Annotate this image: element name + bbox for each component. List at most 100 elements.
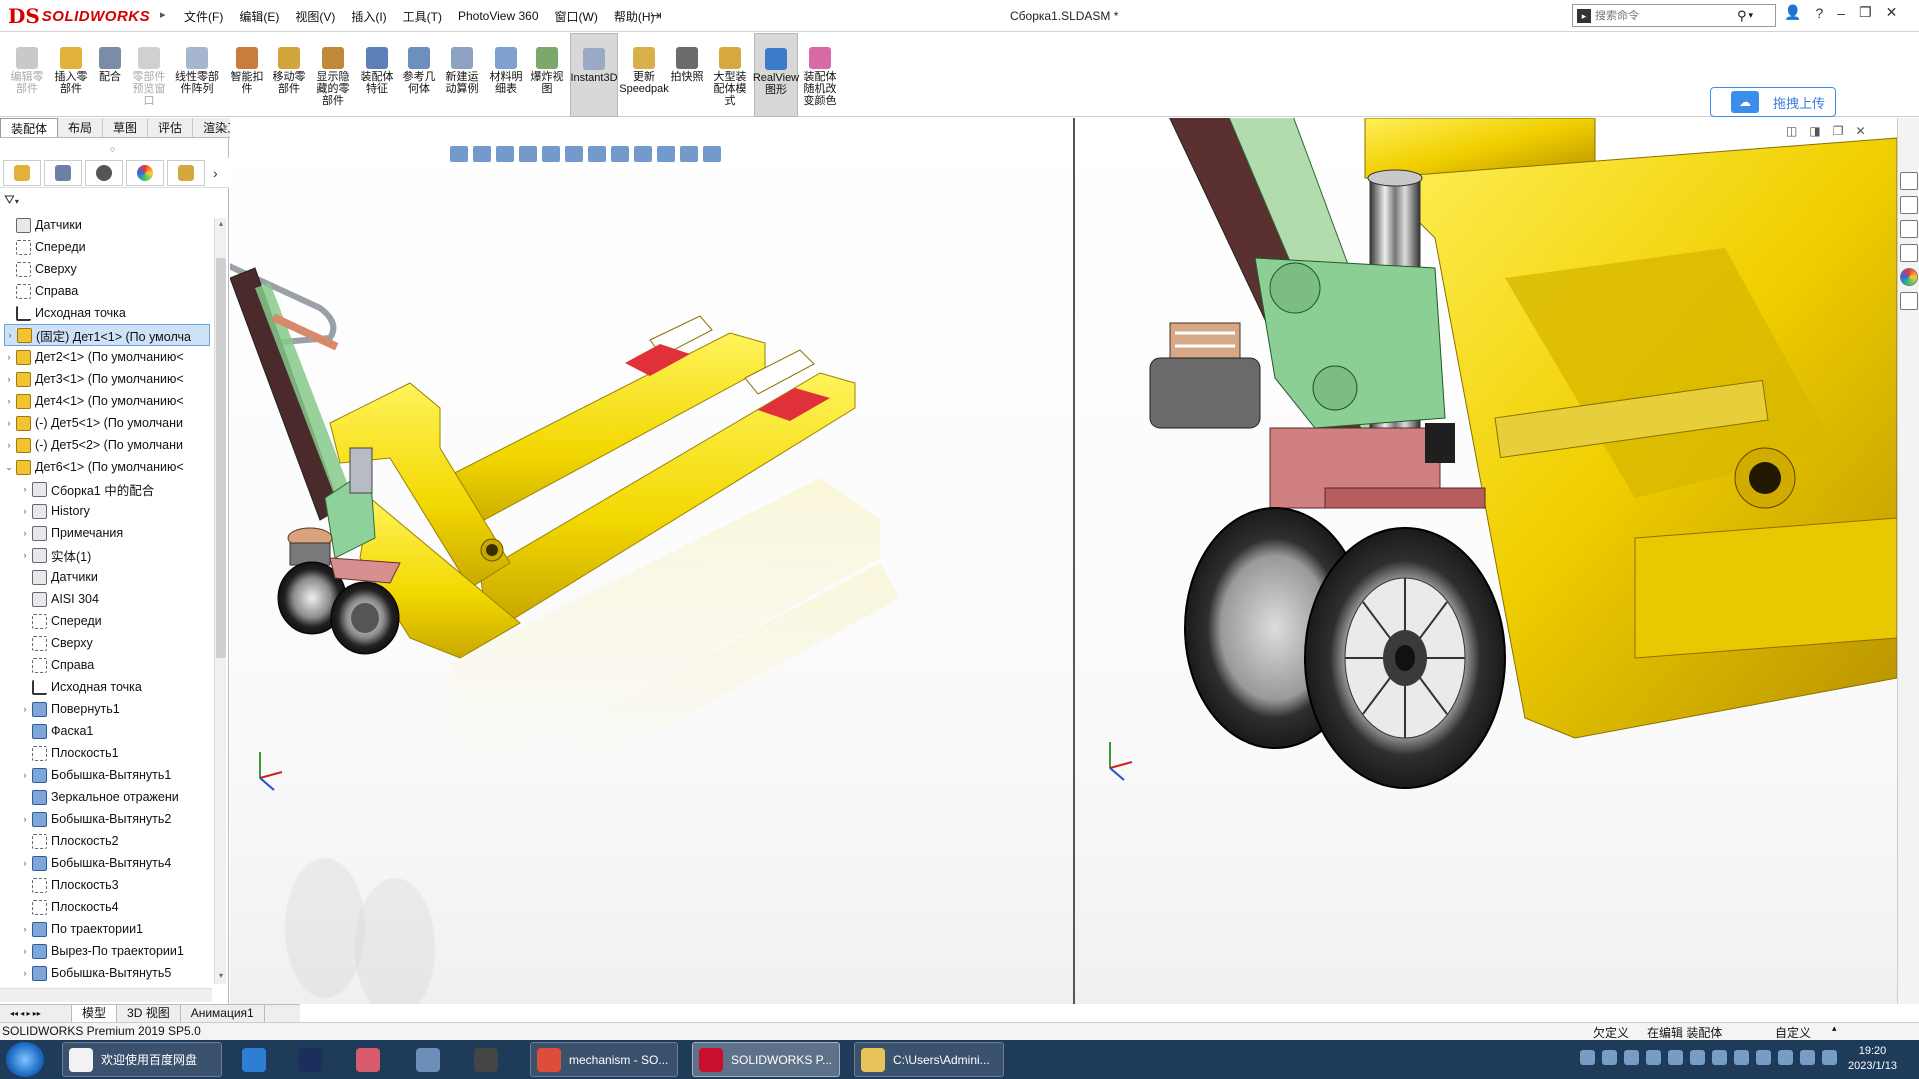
viewport-close-icon[interactable]: ✕ bbox=[1855, 124, 1865, 138]
tray-icon[interactable] bbox=[1580, 1050, 1595, 1065]
tree-node[interactable]: Плоскость1 bbox=[20, 742, 210, 764]
status-units[interactable]: 自定义 bbox=[1775, 1024, 1811, 1041]
tree-node[interactable]: › Бобышка-Вытянуть2 bbox=[20, 808, 210, 830]
expand-arrow-icon[interactable]: › bbox=[4, 396, 14, 406]
expand-arrow-icon[interactable]: › bbox=[20, 770, 30, 780]
model-tab[interactable]: 模型 bbox=[72, 1005, 118, 1022]
toolbar-button[interactable]: 装配体 随机改 变颜色 bbox=[796, 33, 844, 117]
tree-node[interactable]: › History bbox=[20, 500, 210, 522]
menu-item[interactable]: 插入(I) bbox=[343, 8, 394, 25]
taskbar-app[interactable]: SOLIDWORKS P... bbox=[692, 1042, 840, 1077]
viewport-next-icon[interactable]: ◨ bbox=[1809, 124, 1820, 138]
expand-arrow-icon[interactable]: › bbox=[20, 506, 30, 516]
tree-node[interactable]: Исходная точка bbox=[20, 676, 210, 698]
feature-tree-tab[interactable] bbox=[3, 159, 41, 186]
tree-node[interactable]: › Дет2<1> (По умолчанию< bbox=[4, 346, 210, 368]
tree-node[interactable]: › Примечания bbox=[20, 522, 210, 544]
graphics-viewport-right[interactable] bbox=[1075, 118, 1897, 1004]
custom-properties-icon[interactable] bbox=[1900, 292, 1918, 310]
taskbar-clock[interactable]: 19:20 2023/1/13 bbox=[1848, 1044, 1897, 1074]
toolbar-button[interactable]: Instant3D bbox=[570, 33, 618, 117]
edit-appearance-icon[interactable] bbox=[634, 146, 652, 162]
view-settings-icon[interactable] bbox=[680, 146, 698, 162]
viewport-prev-icon[interactable]: ◫ bbox=[1786, 124, 1797, 138]
tray-icon[interactable] bbox=[1602, 1050, 1617, 1065]
toolbar-button[interactable]: 拍快照 bbox=[666, 33, 708, 117]
view-orientation-icon[interactable] bbox=[565, 146, 583, 162]
tree-node[interactable]: › (-) Дет5<1> (По умолчани bbox=[4, 412, 210, 434]
taskbar-app[interactable] bbox=[292, 1042, 332, 1077]
search-command-box[interactable]: ▸ ⚲ ▾ bbox=[1572, 4, 1776, 27]
tree-node[interactable]: › По траектории1 bbox=[20, 918, 210, 940]
toolbar-button[interactable]: RealView 图形 bbox=[753, 33, 799, 117]
command-tab[interactable]: 布局 bbox=[58, 118, 104, 137]
taskbar-app[interactable] bbox=[410, 1042, 450, 1077]
restore-icon[interactable]: ❐ bbox=[1859, 4, 1872, 21]
section-view-icon[interactable] bbox=[519, 146, 537, 162]
taskbar-app[interactable]: C:\Users\Admini... bbox=[854, 1042, 1004, 1077]
baidu-upload-button[interactable]: ☁ 拖拽上传 bbox=[1710, 87, 1836, 117]
previous-view-icon[interactable] bbox=[496, 146, 514, 162]
tree-node[interactable]: › Бобышка-Вытянуть5 bbox=[20, 962, 210, 984]
toolbar-button[interactable]: 参考几 何体 bbox=[398, 33, 440, 117]
expand-arrow-icon[interactable]: › bbox=[4, 352, 14, 362]
tray-icon[interactable] bbox=[1734, 1050, 1749, 1065]
expand-arrow-icon[interactable]: › bbox=[4, 440, 14, 450]
taskbar-app[interactable] bbox=[350, 1042, 390, 1077]
command-tab[interactable]: 评估 bbox=[148, 118, 194, 137]
search-icon[interactable]: ⚲ bbox=[1737, 8, 1747, 24]
tree-node[interactable]: Сверху bbox=[4, 258, 210, 280]
taskbar-app[interactable] bbox=[468, 1042, 508, 1077]
scroll-down-icon[interactable]: ▾ bbox=[219, 971, 223, 980]
filter-icon[interactable]: ⛛ bbox=[4, 192, 15, 207]
tray-icon[interactable] bbox=[1778, 1050, 1793, 1065]
tree-node[interactable]: ⌄ Дет6<1> (По умолчанию< bbox=[4, 456, 210, 478]
property-manager-tab[interactable] bbox=[44, 159, 82, 186]
view-palette-icon[interactable] bbox=[1900, 244, 1918, 262]
tab-scroll-arrows[interactable]: ◂◂ ◂ ▸ ▸▸ bbox=[0, 1005, 72, 1022]
search-input[interactable] bbox=[1595, 9, 1735, 22]
tree-node[interactable]: Исходная точка bbox=[4, 302, 210, 324]
search-scope-icon[interactable]: ▸ bbox=[1577, 8, 1591, 23]
tree-node[interactable]: › Бобышка-Вытянуть1 bbox=[20, 764, 210, 786]
appearance-tab[interactable] bbox=[126, 159, 164, 186]
zoom-area-icon[interactable] bbox=[473, 146, 491, 162]
tree-node[interactable]: Фаска1 bbox=[20, 720, 210, 742]
home-icon[interactable] bbox=[1900, 172, 1918, 190]
expand-arrow-icon[interactable]: › bbox=[20, 858, 30, 868]
menu-item[interactable]: PhotoView 360 bbox=[450, 9, 547, 23]
tree-node[interactable]: › Бобышка-Вытянуть4 bbox=[20, 852, 210, 874]
help-icon[interactable]: ? bbox=[1815, 5, 1823, 21]
start-button[interactable] bbox=[6, 1042, 44, 1077]
tree-node[interactable]: Справа bbox=[20, 654, 210, 676]
expand-arrow-icon[interactable]: › bbox=[5, 330, 15, 340]
taskbar-app[interactable] bbox=[236, 1042, 276, 1077]
toolbar-button[interactable]: 插入零 部件 bbox=[50, 33, 92, 117]
taskbar-app[interactable]: mechanism - SO... bbox=[530, 1042, 678, 1077]
display-pane-icon[interactable] bbox=[703, 146, 721, 162]
tree-filter[interactable]: ⛛▾ bbox=[4, 192, 19, 208]
menu-item[interactable]: 窗口(W) bbox=[547, 8, 606, 25]
expand-arrow-icon[interactable]: › bbox=[20, 924, 30, 934]
toolbar-button[interactable]: 装配体 特征 bbox=[356, 33, 398, 117]
tree-node[interactable]: › Дет4<1> (По умолчанию< bbox=[4, 390, 210, 412]
tree-node[interactable]: Датчики bbox=[4, 214, 210, 236]
close-icon[interactable]: ✕ bbox=[1886, 4, 1898, 21]
expand-arrow-icon[interactable]: ⌄ bbox=[4, 462, 14, 473]
chevron-down-icon[interactable]: ▾ bbox=[1749, 10, 1754, 21]
tray-icon[interactable] bbox=[1646, 1050, 1661, 1065]
model-tab[interactable]: 3D 视图 bbox=[117, 1005, 181, 1022]
tree-node[interactable]: Плоскость2 bbox=[20, 830, 210, 852]
tray-icon[interactable] bbox=[1624, 1050, 1639, 1065]
expand-arrow-icon[interactable]: › bbox=[4, 374, 14, 384]
tree-node[interactable]: › Сборка1 中的配合 bbox=[20, 478, 210, 500]
user-icon[interactable]: 👤 bbox=[1784, 4, 1801, 21]
tree-node[interactable]: Сверху bbox=[20, 632, 210, 654]
tray-icon[interactable] bbox=[1668, 1050, 1683, 1065]
tray-icon[interactable] bbox=[1690, 1050, 1705, 1065]
viewport-restore-icon[interactable]: ❐ bbox=[1833, 124, 1844, 138]
toolbar-button[interactable]: 材料明 细表 bbox=[485, 33, 527, 117]
logo-arrow-icon[interactable]: ▸ bbox=[160, 8, 166, 21]
design-library-icon[interactable] bbox=[1900, 196, 1918, 214]
pin-menu-icon[interactable]: ⇥ bbox=[650, 7, 662, 24]
